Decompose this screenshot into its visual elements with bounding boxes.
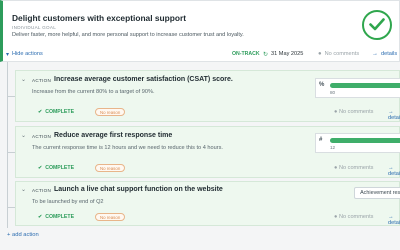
action-title[interactable]: Increase average customer satisfaction (… <box>54 76 233 83</box>
comment-icon: ● <box>318 51 322 57</box>
progress-min: 80 <box>330 90 336 95</box>
action-status[interactable]: ✔ COMPLETE <box>38 109 74 115</box>
action-details-text: details <box>388 220 400 226</box>
goal-comments[interactable]: ● No comments <box>318 47 359 61</box>
action-title[interactable]: Launch a live chat support function on t… <box>54 186 223 193</box>
no-reason-badge[interactable]: No reason <box>95 213 126 221</box>
badge-text: No reason <box>100 165 121 171</box>
goal-details-link[interactable]: → details <box>372 47 397 61</box>
badge-text: No reason <box>100 214 121 220</box>
progress-box[interactable]: # 12 4 <box>315 133 400 153</box>
tree-connector <box>7 152 15 153</box>
goal-type: INDIVIDUAL GOAL <box>12 25 57 30</box>
status-dot-icon: ✔ <box>38 214 43 220</box>
progress-track <box>330 83 400 88</box>
action-status[interactable]: ✔ COMPLETE <box>38 165 74 171</box>
action-description: To be launched by end of Q2 <box>32 199 104 205</box>
action-status[interactable]: ✔ COMPLETE <box>38 214 74 220</box>
tree-connector <box>7 96 15 97</box>
action-comments[interactable]: ● No comments <box>334 165 373 171</box>
action-card: ⌄ ACTION Launch a live chat support func… <box>15 181 400 226</box>
action-status-text: COMPLETE <box>45 109 75 115</box>
action-card: ⌄ ACTION Increase average customer satis… <box>15 70 400 122</box>
progress-min: 12 <box>330 145 336 150</box>
collapse-icon[interactable]: ⌄ <box>21 76 26 83</box>
arrow-right-icon: → <box>372 51 378 57</box>
hide-actions-label: Hide actions <box>12 51 43 57</box>
goal-description: Deliver faster, more helpful, and more p… <box>12 32 244 38</box>
action-comments-text: No comments <box>338 165 374 171</box>
calendar-icon: ↻ <box>263 51 269 58</box>
action-description: Increase from the current 80% to a targe… <box>32 89 155 95</box>
action-status-text: COMPLETE <box>45 165 75 171</box>
hash-icon: # <box>319 137 323 143</box>
action-comments-text: No comments <box>338 214 374 220</box>
tree-line <box>7 62 8 228</box>
action-status-text: COMPLETE <box>45 214 75 220</box>
action-comments[interactable]: ● No comments <box>334 214 373 220</box>
action-details-link[interactable]: → details <box>388 109 400 121</box>
action-details-text: details <box>388 171 400 177</box>
achievement-result-button[interactable]: Achievement result <box>354 187 400 199</box>
action-label: ACTION <box>32 188 52 193</box>
badge-text: No reason <box>100 109 121 115</box>
progress-box[interactable]: % 80 90 <box>315 78 400 98</box>
no-reason-badge[interactable]: No reason <box>95 164 126 172</box>
action-details-text: details <box>388 115 400 121</box>
goal-status[interactable]: ON-TRACK <box>232 47 260 61</box>
action-details-link[interactable]: → details <box>388 214 400 226</box>
collapse-icon[interactable]: ⌄ <box>21 186 26 193</box>
action-label: ACTION <box>32 134 52 139</box>
goal-comments-text: No comments <box>324 51 360 57</box>
chevron-down-icon: ▾ <box>6 51 10 58</box>
progress-fill <box>330 138 400 143</box>
progress-fill <box>330 83 400 88</box>
goal-date-text: 31 May 2025 <box>271 51 304 57</box>
no-reason-badge[interactable]: No reason <box>95 108 126 116</box>
goal-details-text: details <box>381 51 398 57</box>
goal-due-date[interactable]: ↻ 31 May 2025 <box>263 47 303 61</box>
action-title[interactable]: Reduce average first response time <box>54 132 172 139</box>
check-circle-icon[interactable] <box>362 10 392 40</box>
action-card: ⌄ ACTION Reduce average first response t… <box>15 126 400 178</box>
action-details-link[interactable]: → details <box>388 165 400 177</box>
progress-track <box>330 138 400 143</box>
action-comments[interactable]: ● No comments <box>334 109 373 115</box>
status-dot-icon: ✔ <box>38 165 43 171</box>
action-description: The current response time is 12 hours an… <box>32 145 223 151</box>
action-comments-text: No comments <box>338 109 374 115</box>
status-dot-icon: ✔ <box>38 109 43 115</box>
hide-actions-toggle[interactable]: ▾ Hide actions <box>6 47 43 61</box>
collapse-icon[interactable]: ⌄ <box>21 132 26 139</box>
goal-title[interactable]: Delight customers with exceptional suppo… <box>12 13 186 23</box>
percent-icon: % <box>319 82 325 88</box>
add-action-link[interactable]: + add action <box>7 232 39 238</box>
action-label: ACTION <box>32 78 52 83</box>
tree-connector <box>7 207 15 208</box>
